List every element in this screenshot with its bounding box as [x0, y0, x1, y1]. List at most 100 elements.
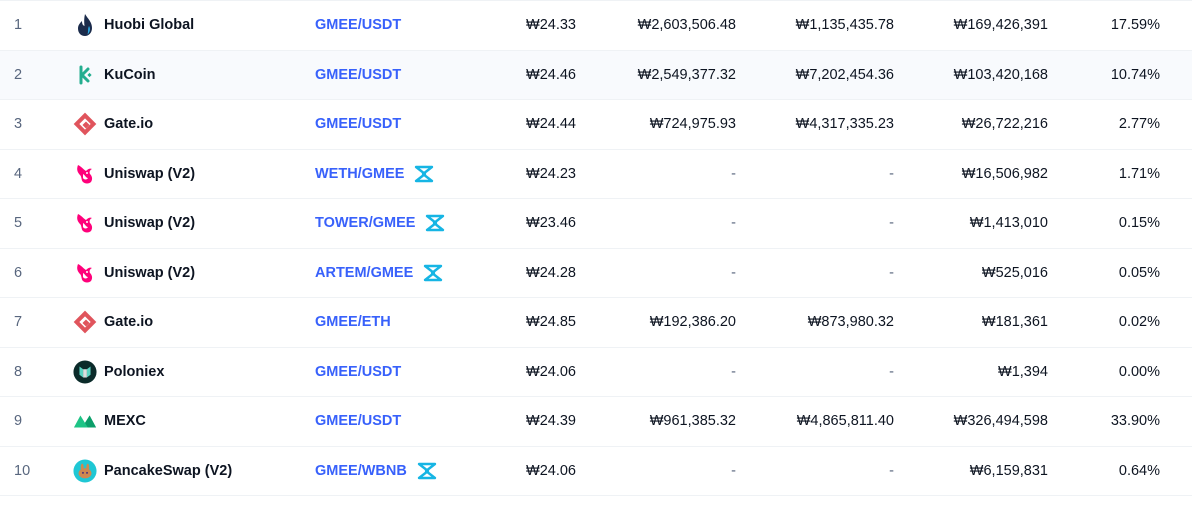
- depth-plus-cell: ₩192,386.20: [649, 314, 736, 331]
- uniswap-logo: [73, 211, 97, 235]
- dex-icon: [422, 262, 444, 284]
- rank-cell: 3: [14, 116, 23, 133]
- depth-minus-cell: ₩4,865,811.40: [796, 413, 894, 430]
- depth-minus-cell: -: [889, 165, 894, 182]
- exchange-link[interactable]: Huobi Global: [73, 1, 194, 50]
- exchange-link[interactable]: Uniswap (V2): [73, 150, 195, 199]
- price-cell: ₩24.06: [526, 363, 576, 380]
- huobi-logo: [73, 13, 97, 37]
- table-row[interactable]: 5 Uniswap (V2) TOWER/GMEE ₩23.46 - - ₩1,413,01…: [0, 199, 1192, 249]
- rank-cell: 2: [14, 66, 23, 83]
- pair-link[interactable]: GMEE/ETH: [315, 298, 391, 347]
- depth-minus-cell: -: [889, 264, 894, 281]
- volume-cell: ₩16,506,982: [961, 165, 1048, 182]
- price-cell: ₩24.33: [526, 17, 576, 34]
- volume-share-cell: 1.71%: [1118, 165, 1160, 182]
- volume-share-cell: 0.00%: [1118, 363, 1160, 380]
- pair-link[interactable]: GMEE/USDT: [315, 397, 401, 446]
- exchange-name: Uniswap (V2): [104, 165, 196, 182]
- table-row[interactable]: 1 Huobi Global GMEE/USDT ₩24.33 ₩2,603,506.4…: [0, 1, 1192, 51]
- volume-share-cell: 0.05%: [1118, 264, 1160, 281]
- price-cell: ₩24.85: [526, 314, 576, 331]
- rank-cell: 9: [14, 413, 23, 430]
- exchange-link[interactable]: Uniswap (V2): [73, 249, 195, 298]
- dex-icon: [416, 460, 438, 482]
- exchange-link[interactable]: Uniswap (V2): [73, 199, 195, 248]
- table-row[interactable]: 8 Poloniex GMEE/USDT ₩24.06 - - ₩1,394 0.00%: [0, 348, 1192, 397]
- volume-share-cell: 0.02%: [1118, 314, 1160, 331]
- pair-label: GMEE/USDT: [315, 363, 402, 380]
- poloniex-logo: [73, 360, 97, 384]
- table-row[interactable]: 7 Gate.io GMEE/ETH ₩24.85 ₩192,386.20 ₩873,98…: [0, 298, 1192, 348]
- exchange-name: Uniswap (V2): [104, 215, 196, 232]
- depth-plus-cell: -: [731, 462, 736, 479]
- price-cell: ₩23.46: [526, 215, 576, 232]
- pair-label: GMEE/USDT: [315, 17, 402, 34]
- markets-table: 1 Huobi Global GMEE/USDT ₩24.33 ₩2,603,506.4…: [0, 0, 1192, 506]
- volume-cell: ₩326,494,598: [953, 413, 1048, 430]
- table-row[interactable]: 6 Uniswap (V2) ARTEM/GMEE ₩24.28 - - ₩525,016 0…: [0, 249, 1192, 298]
- pair-link[interactable]: GMEE/WBNB: [315, 447, 438, 496]
- table-row[interactable]: 2 KuCoin GMEE/USDT ₩24.46 ₩2,549,377.32 ₩7,20…: [0, 50, 1192, 100]
- depth-plus-cell: -: [731, 264, 736, 281]
- table-row[interactable]: 9 MEXC GMEE/USDT ₩24.39 ₩961,385.32 ₩4,865,81…: [0, 397, 1192, 447]
- exchange-name: Poloniex: [104, 363, 165, 380]
- gateio-logo: [73, 310, 97, 334]
- exchange-link[interactable]: Poloniex: [73, 348, 164, 397]
- exchange-link[interactable]: Gate.io: [73, 298, 153, 347]
- depth-minus-cell: -: [889, 215, 894, 232]
- depth-plus-cell: ₩2,549,377.32: [637, 66, 736, 83]
- table-row[interactable]: 3 Gate.io GMEE/USDT ₩24.44 ₩724,975.93 ₩4,317…: [0, 100, 1192, 150]
- volume-cell: ₩169,426,391: [953, 17, 1048, 34]
- uniswap-logo: [73, 261, 97, 285]
- price-cell: ₩24.06: [526, 462, 576, 479]
- depth-minus-cell: -: [889, 363, 894, 380]
- pair-link[interactable]: TOWER/GMEE: [315, 199, 446, 248]
- pancakeswap-logo: [73, 459, 97, 483]
- pair-label: GMEE/USDT: [315, 413, 402, 430]
- depth-plus-cell: -: [731, 363, 736, 380]
- pair-link[interactable]: WETH/GMEE: [315, 150, 435, 199]
- pair-link[interactable]: GMEE/USDT: [315, 100, 401, 149]
- price-cell: ₩24.46: [526, 66, 576, 83]
- pair-label: GMEE/USDT: [315, 66, 402, 83]
- rank-cell: 1: [14, 17, 23, 34]
- volume-share-cell: 33.90%: [1110, 413, 1160, 430]
- exchange-name: Gate.io: [104, 314, 154, 331]
- exchange-link[interactable]: KuCoin: [73, 51, 156, 100]
- exchange-name: Uniswap (V2): [104, 264, 196, 281]
- volume-share-cell: 17.59%: [1110, 17, 1160, 34]
- depth-plus-cell: ₩2,603,506.48: [637, 17, 736, 34]
- volume-cell: ₩6,159,831: [969, 462, 1048, 479]
- table-row[interactable]: 10 PancakeSwap (V2) GMEE/WBNB ₩24.06 - - ₩6,15…: [0, 447, 1192, 496]
- exchange-name: Huobi Global: [104, 17, 195, 34]
- depth-plus-cell: -: [731, 215, 736, 232]
- rank-cell: 5: [14, 215, 23, 232]
- kucoin-logo: [73, 63, 97, 87]
- rank-cell: 7: [14, 314, 23, 331]
- depth-plus-cell: ₩961,385.32: [649, 413, 736, 430]
- pair-link[interactable]: GMEE/USDT: [315, 51, 401, 100]
- price-cell: ₩24.39: [526, 413, 576, 430]
- gateio-logo: [73, 112, 97, 136]
- dex-icon: [413, 163, 435, 185]
- table-row[interactable]: 4 Uniswap (V2) WETH/GMEE ₩24.23 - - ₩16,506,98…: [0, 150, 1192, 199]
- depth-plus-cell: ₩724,975.93: [649, 116, 736, 133]
- pair-link[interactable]: GMEE/USDT: [315, 348, 401, 397]
- rank-cell: 4: [14, 165, 23, 182]
- volume-share-cell: 2.77%: [1118, 116, 1160, 133]
- exchange-name: Gate.io: [104, 116, 154, 133]
- pair-link[interactable]: ARTEM/GMEE: [315, 249, 444, 298]
- pair-label: WETH/GMEE: [315, 165, 405, 182]
- depth-minus-cell: ₩873,980.32: [807, 314, 894, 331]
- exchange-link[interactable]: PancakeSwap (V2): [73, 447, 232, 496]
- pair-link[interactable]: GMEE/USDT: [315, 1, 401, 50]
- pair-label: TOWER/GMEE: [315, 215, 416, 232]
- volume-share-cell: 0.15%: [1118, 215, 1160, 232]
- volume-cell: ₩181,361: [981, 314, 1048, 331]
- depth-minus-cell: ₩4,317,335.23: [795, 116, 894, 133]
- exchange-link[interactable]: Gate.io: [73, 100, 153, 149]
- pair-label: GMEE/WBNB: [315, 462, 407, 479]
- exchange-link[interactable]: MEXC: [73, 397, 146, 446]
- exchange-name: KuCoin: [104, 66, 156, 83]
